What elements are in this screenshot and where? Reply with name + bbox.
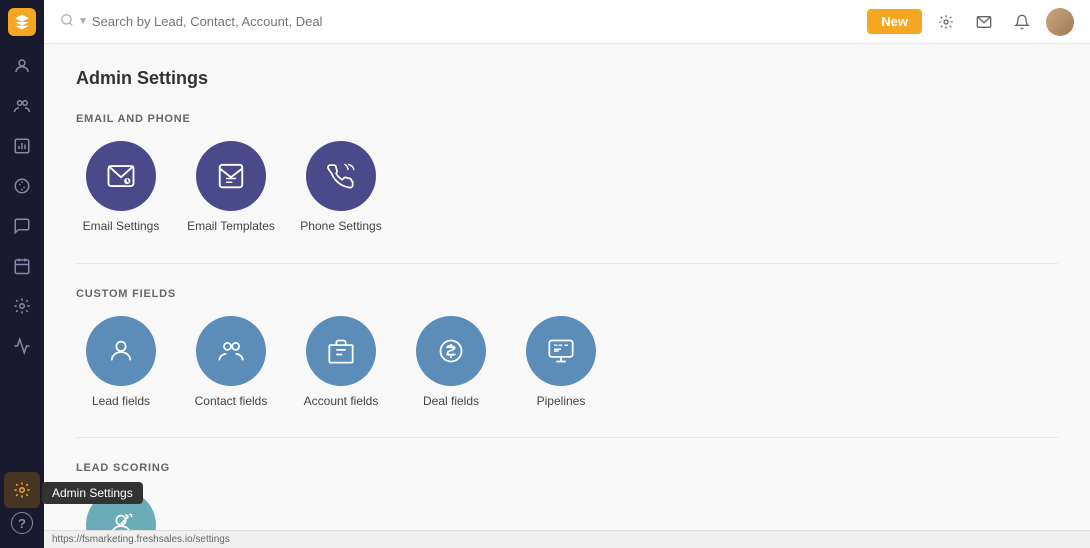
notifications-icon[interactable] [1008,8,1036,36]
sidebar-bottom: Admin Settings ? [4,472,40,540]
card-circle-deal-fields [416,316,486,386]
card-label-phone-settings: Phone Settings [300,219,381,235]
card-circle-contact-fields [196,316,266,386]
section-custom-fields: CUSTOM FIELDS Lead fields [76,288,1058,410]
card-circle-lead-fields [86,316,156,386]
cards-row-custom-fields: Lead fields Contact fields [76,316,1058,410]
section-title-email-phone: EMAIL AND PHONE [76,113,1058,125]
search-icon [60,13,74,30]
divider-1 [76,263,1058,264]
card-label-account-fields: Account fields [304,394,379,410]
card-circle-lead-score [86,490,156,530]
card-lead-fields[interactable]: Lead fields [76,316,166,410]
sidebar-item-calendar[interactable] [4,248,40,284]
search-caret: ▼ [78,16,88,27]
card-deal-fields[interactable]: Deal fields [406,316,496,410]
section-email-phone: EMAIL AND PHONE Email Settings [76,113,1058,235]
section-title-lead-scoring: LEAD SCORING [76,462,1058,474]
admin-settings-wrap: Admin Settings [4,472,40,508]
card-circle-pipelines [526,316,596,386]
divider-2 [76,437,1058,438]
sidebar-item-workflows[interactable] [4,288,40,324]
sidebar-item-analytics[interactable] [4,328,40,364]
card-circle-email-settings [86,141,156,211]
settings-icon[interactable] [932,8,960,36]
sidebar: Admin Settings ? [0,0,44,548]
sidebar-item-leads[interactable] [4,48,40,84]
app-logo[interactable] [8,8,36,36]
card-circle-phone-settings [306,141,376,211]
statusbar: https://fsmarketing.freshsales.io/settin… [44,530,1090,548]
topbar: ▼ New [44,0,1090,44]
main-area: ▼ New Adm [44,0,1090,548]
sidebar-item-deals[interactable] [4,168,40,204]
cards-row-lead-scoring: Lead Score Customization [76,490,1058,530]
card-pipelines[interactable]: Pipelines [516,316,606,410]
card-circle-email-templates [196,141,266,211]
search-input[interactable] [92,14,332,29]
card-email-settings[interactable]: Email Settings [76,141,166,235]
card-label-email-settings: Email Settings [83,219,160,235]
sidebar-item-reports[interactable] [4,128,40,164]
card-label-email-templates: Email Templates [187,219,275,235]
card-account-fields[interactable]: Account fields [296,316,386,410]
card-phone-settings[interactable]: Phone Settings [296,141,386,235]
page-title: Admin Settings [76,68,1058,89]
email-icon[interactable] [970,8,998,36]
card-label-contact-fields: Contact fields [195,394,268,410]
avatar-image [1046,8,1074,36]
new-button[interactable]: New [867,9,922,34]
card-lead-score-customization[interactable]: Lead Score Customization [76,490,166,530]
avatar[interactable] [1046,8,1074,36]
topbar-right: New [867,8,1074,36]
sidebar-item-chat[interactable] [4,208,40,244]
status-url: https://fsmarketing.freshsales.io/settin… [52,534,230,545]
card-label-lead-fields: Lead fields [92,394,150,410]
sidebar-item-admin-settings[interactable] [4,472,40,508]
sidebar-item-contacts[interactable] [4,88,40,124]
card-label-deal-fields: Deal fields [423,394,479,410]
search-area: ▼ [60,13,859,30]
card-circle-account-fields [306,316,376,386]
card-label-pipelines: Pipelines [537,394,586,410]
card-contact-fields[interactable]: Contact fields [186,316,276,410]
section-lead-scoring: LEAD SCORING Lead Score Customization [76,462,1058,530]
section-title-custom-fields: CUSTOM FIELDS [76,288,1058,300]
cards-row-email-phone: Email Settings Email Templates [76,141,1058,235]
card-email-templates[interactable]: Email Templates [186,141,276,235]
content-area: Admin Settings EMAIL AND PHONE Email Set… [44,44,1090,530]
sidebar-item-help[interactable]: ? [11,512,33,534]
